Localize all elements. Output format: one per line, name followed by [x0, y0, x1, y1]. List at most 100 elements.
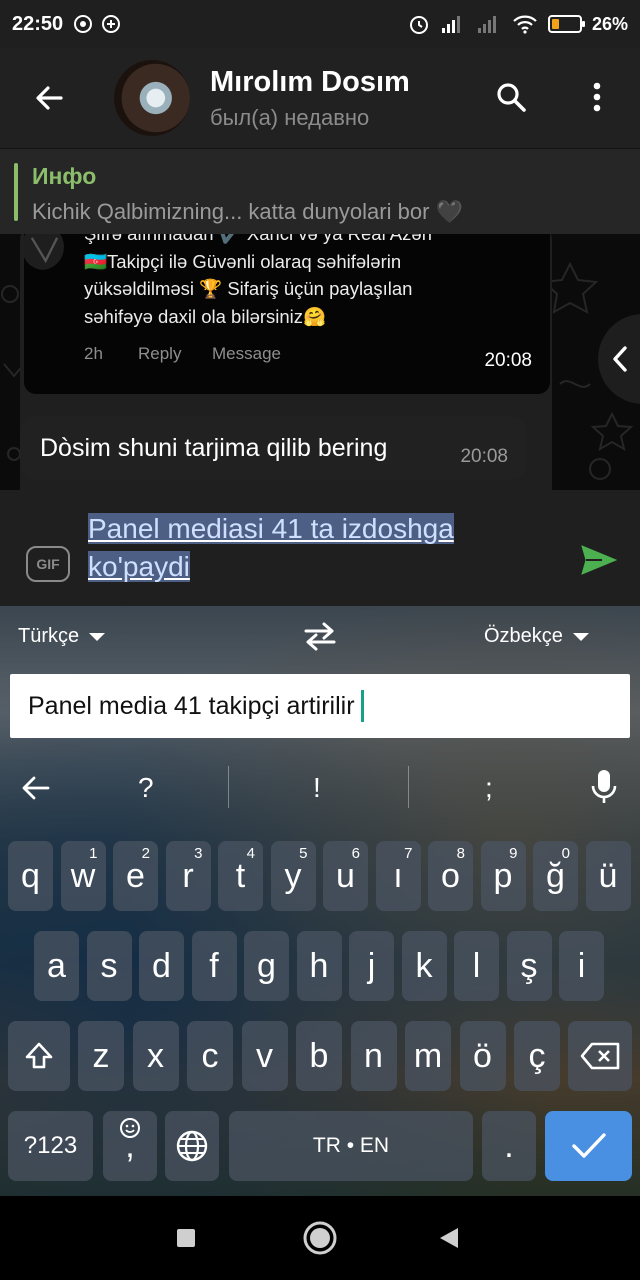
key-n[interactable]: n — [350, 1021, 397, 1091]
message-input[interactable]: Panel mediasi 41 ta izdoshga ko'paydi — [88, 510, 548, 586]
key-l[interactable]: l — [454, 931, 499, 1001]
dropdown-icon — [89, 632, 106, 641]
translation-input[interactable]: Panel media 41 takipçi artirilir — [10, 674, 630, 738]
checkmark-icon — [571, 1133, 606, 1158]
notification-icons — [73, 14, 121, 34]
globe-icon — [176, 1130, 208, 1162]
key-k[interactable]: k — [401, 931, 447, 1001]
search-button[interactable] — [486, 72, 536, 122]
pinned-accent-bar — [14, 163, 18, 221]
divider — [408, 766, 409, 808]
status-time: 22:50 — [12, 12, 64, 35]
key-label: j — [367, 946, 376, 985]
comma-key[interactable]: , — [103, 1111, 157, 1181]
swap-languages-icon[interactable] — [302, 620, 338, 652]
key-label: ş — [520, 946, 538, 985]
key-i[interactable]: i — [559, 931, 604, 1001]
key-d[interactable]: d — [139, 931, 184, 1001]
key-label: w — [70, 856, 96, 895]
language-key[interactable] — [165, 1111, 219, 1181]
incoming-message-bubble[interactable]: Dòsim shuni tarjima qilib bering 20:08 — [20, 416, 526, 480]
key-s[interactable]: s — [86, 931, 132, 1001]
key-g[interactable]: g — [244, 931, 289, 1001]
key-ı[interactable]: ı7 — [375, 841, 421, 911]
key-label: z — [92, 1036, 110, 1075]
forwarded-message-content[interactable]: Şifrə alınmadan ✔️ Xarici və ya Real Azə… — [24, 234, 550, 394]
home-icon[interactable] — [302, 1220, 338, 1256]
key-ç[interactable]: ç — [514, 1021, 560, 1091]
key-r[interactable]: r3 — [165, 841, 211, 911]
message-line: Şifrə alınmadan ✔️ Xarici və ya Real Azə… — [84, 234, 514, 248]
key-label: s — [100, 946, 118, 985]
recents-icon[interactable] — [176, 1228, 196, 1248]
avatar[interactable] — [114, 60, 190, 136]
key-a[interactable]: a — [34, 931, 79, 1001]
chat-title[interactable]: Mırolım Dosım был(а) недавно — [210, 66, 410, 131]
reply-link[interactable]: Reply — [138, 344, 181, 364]
key-c[interactable]: c — [187, 1021, 233, 1091]
key-ü[interactable]: ü — [585, 841, 631, 911]
backspace-icon — [580, 1042, 620, 1070]
back-button[interactable] — [24, 73, 74, 123]
status-bar: 22:50 26% — [0, 0, 640, 48]
key-x[interactable]: x — [132, 1021, 179, 1091]
key-j[interactable]: j — [349, 931, 394, 1001]
key-q[interactable]: q — [8, 841, 53, 911]
chat-area[interactable]: Şifrə alınmadan ✔️ Xarici və ya Real Azə… — [0, 234, 640, 490]
pinned-title: Инфо — [32, 163, 97, 189]
key-label: ğ — [546, 856, 565, 895]
target-language-select[interactable]: Özbekçe — [484, 625, 589, 648]
key-h[interactable]: h — [296, 931, 342, 1001]
message-age: 2h — [84, 344, 103, 363]
key-hint: 9 — [509, 845, 518, 862]
key-o[interactable]: o8 — [428, 841, 473, 911]
more-menu-button[interactable] — [572, 72, 622, 122]
composer-text-line1: Panel mediasi 41 ta izdoshga — [88, 513, 454, 544]
shift-icon — [25, 1042, 53, 1069]
key-label: v — [256, 1036, 273, 1075]
message-link[interactable]: Message — [212, 344, 281, 364]
target-language: Özbekçe — [484, 625, 563, 647]
key-f[interactable]: f — [191, 931, 237, 1001]
period-key[interactable]: . — [482, 1111, 536, 1181]
key-t[interactable]: t4 — [218, 841, 263, 911]
message-line: səhifəyə daxil ola bilərsiniz🤗 — [84, 305, 327, 327]
key-m[interactable]: m — [405, 1021, 451, 1091]
source-language: Türkçe — [18, 625, 80, 647]
key-e[interactable]: e2 — [113, 841, 158, 911]
source-language-select[interactable]: Türkçe — [18, 625, 106, 648]
key-hint: 0 — [561, 845, 570, 862]
key-b[interactable]: b — [296, 1021, 342, 1091]
key-u[interactable]: u6 — [323, 841, 368, 911]
shift-key[interactable] — [8, 1021, 70, 1091]
key-label: q — [21, 856, 40, 895]
contact-name: Mırolım Dosım — [210, 65, 410, 98]
composer-text-line2: ko'paydi — [88, 551, 190, 582]
key-y[interactable]: y5 — [270, 841, 316, 911]
suggestion-item[interactable]: ! — [313, 772, 321, 804]
dropdown-icon — [572, 632, 589, 641]
send-icon[interactable] — [578, 540, 618, 580]
key-w[interactable]: w1 — [60, 841, 106, 911]
arrow-left-icon[interactable] — [20, 774, 52, 802]
key-p[interactable]: p9 — [480, 841, 526, 911]
key-ğ[interactable]: ğ0 — [533, 841, 578, 911]
enter-key[interactable] — [545, 1111, 632, 1181]
symbols-key[interactable]: ?123 — [8, 1111, 93, 1181]
suggestion-item[interactable]: ; — [485, 772, 493, 804]
key-z[interactable]: z — [78, 1021, 124, 1091]
key-ö[interactable]: ö — [459, 1021, 506, 1091]
microphone-icon[interactable] — [590, 768, 618, 806]
message-line: yüksəldilməsi 🏆 Sifariş üçün paylaşılan — [84, 278, 413, 299]
key-label: ı — [393, 856, 403, 895]
gif-button[interactable]: GIF — [26, 546, 70, 582]
key-v[interactable]: v — [241, 1021, 288, 1091]
backspace-key[interactable] — [568, 1021, 632, 1091]
pinned-message[interactable]: Инфо Kichik Qalbimizning... katta dunyol… — [0, 148, 640, 234]
keyboard: Türkçe Özbekçe Panel media 41 takipçi ar… — [0, 606, 640, 1196]
suggestion-item[interactable]: ? — [138, 772, 154, 804]
back-nav-icon[interactable] — [438, 1226, 460, 1250]
space-key[interactable]: TR • EN — [229, 1111, 473, 1181]
battery-fill — [551, 19, 559, 29]
key-ş[interactable]: ş — [506, 931, 552, 1001]
